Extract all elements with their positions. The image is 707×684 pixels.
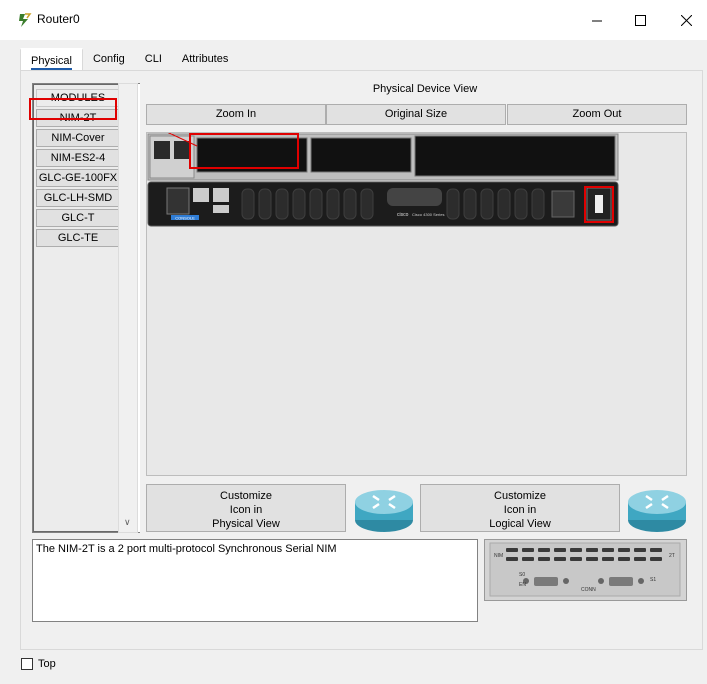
en-module-label: EN: [519, 582, 526, 588]
scroll-down-arrow-icon[interactable]: ∨: [124, 517, 131, 528]
minimize-button[interactable]: [574, 10, 620, 30]
zoom-out-button[interactable]: Zoom Out: [507, 104, 687, 125]
nim-2t-highlight: [29, 98, 117, 120]
close-button[interactable]: [663, 10, 707, 30]
tab-config[interactable]: Config: [82, 48, 135, 71]
customize-physical-line1: Customize: [220, 490, 272, 502]
conn-module-label: CONN: [581, 587, 596, 593]
top-checkbox-label: Top: [38, 658, 56, 670]
nim-module-label: NIM: [494, 553, 503, 559]
original-size-button[interactable]: Original Size: [326, 104, 506, 125]
title-bar: Router0: [0, 0, 707, 40]
s1-module-label: S1: [650, 577, 656, 583]
packet-tracer-icon: [19, 13, 32, 27]
top-checkbox-row[interactable]: Top: [21, 658, 56, 670]
window-title: Router0: [37, 12, 80, 26]
console-label: CONSOLE: [175, 216, 195, 221]
nim-2t-module-image: NIM 2T CONN S0 S1 EN: [484, 539, 687, 601]
customize-physical-line3: Physical View: [212, 518, 280, 530]
power-socket: [551, 190, 575, 218]
module-item-glc-lh-smd[interactable]: GLC-LH-SMD: [36, 189, 120, 207]
tab-physical[interactable]: Physical: [20, 48, 83, 71]
customize-logical-line3: Logical View: [489, 518, 551, 530]
module-item-glc-ge-100fx[interactable]: GLC-GE-100FX: [36, 169, 120, 187]
router-logical-icon: [628, 490, 686, 532]
tab-bar: Physical Config CLI Attributes: [20, 48, 239, 71]
modules-scrollbar[interactable]: ∨: [118, 83, 138, 533]
customize-physical-line2: Icon in: [229, 504, 263, 516]
top-checkbox[interactable]: [21, 658, 33, 670]
module-item-nim-cover[interactable]: NIM-Cover: [36, 129, 120, 147]
router-physical-icon: [355, 490, 413, 532]
router-device-graphic[interactable]: CONSOLE cisco Cisco 4300 Series: [123, 111, 688, 477]
tab-cli[interactable]: CLI: [134, 48, 172, 71]
nim-slot-2[interactable]: [414, 135, 616, 177]
maximize-icon: [634, 14, 646, 26]
close-icon: [680, 14, 692, 26]
usb-console-ports: [166, 187, 190, 215]
module-item-glc-te[interactable]: GLC-TE: [36, 229, 120, 247]
tab-config-label: Config: [92, 53, 125, 65]
maximize-button[interactable]: [617, 10, 663, 30]
tab-physical-label: Physical: [31, 55, 72, 70]
nim-slot-highlight: [189, 133, 299, 169]
tab-cli-label: CLI: [144, 53, 162, 65]
customize-logical-line1: Customize: [494, 490, 546, 502]
cisco-logo: cisco: [397, 212, 409, 218]
2t-module-label: 2T: [669, 553, 675, 559]
module-item-nim-es2-4[interactable]: NIM-ES2-4: [36, 149, 120, 167]
customize-logical-icon-button[interactable]: Customize Icon in Logical View: [420, 484, 620, 532]
router-series-label: Cisco 4300 Series: [412, 212, 444, 217]
tab-attributes[interactable]: Attributes: [171, 48, 239, 71]
physical-panel: MODULES NIM-2T NIM-Cover NIM-ES2-4 GLC-G…: [20, 70, 703, 650]
customize-logical-line2: Icon in: [503, 504, 537, 516]
minimize-icon: [591, 20, 602, 21]
window-client: Physical Config CLI Attributes MODULES N…: [0, 40, 707, 684]
zoom-in-button[interactable]: Zoom In: [146, 104, 326, 125]
module-item-glc-t[interactable]: GLC-T: [36, 209, 120, 227]
tab-attributes-label: Attributes: [181, 53, 229, 65]
nim-slot-1[interactable]: [310, 137, 412, 173]
module-description: The NIM-2T is a 2 port multi-protocol Sy…: [32, 539, 478, 622]
modules-list-inner: MODULES NIM-2T NIM-Cover NIM-ES2-4 GLC-G…: [33, 84, 122, 532]
device-canvas[interactable]: CONSOLE cisco Cisco 4300 Series: [123, 111, 688, 477]
s0-module-label: S0: [519, 572, 525, 578]
physical-device-view-label: Physical Device View: [372, 83, 478, 95]
customize-physical-icon-button[interactable]: Customize Icon in Physical View: [146, 484, 346, 532]
power-switch-highlight: [584, 186, 614, 223]
